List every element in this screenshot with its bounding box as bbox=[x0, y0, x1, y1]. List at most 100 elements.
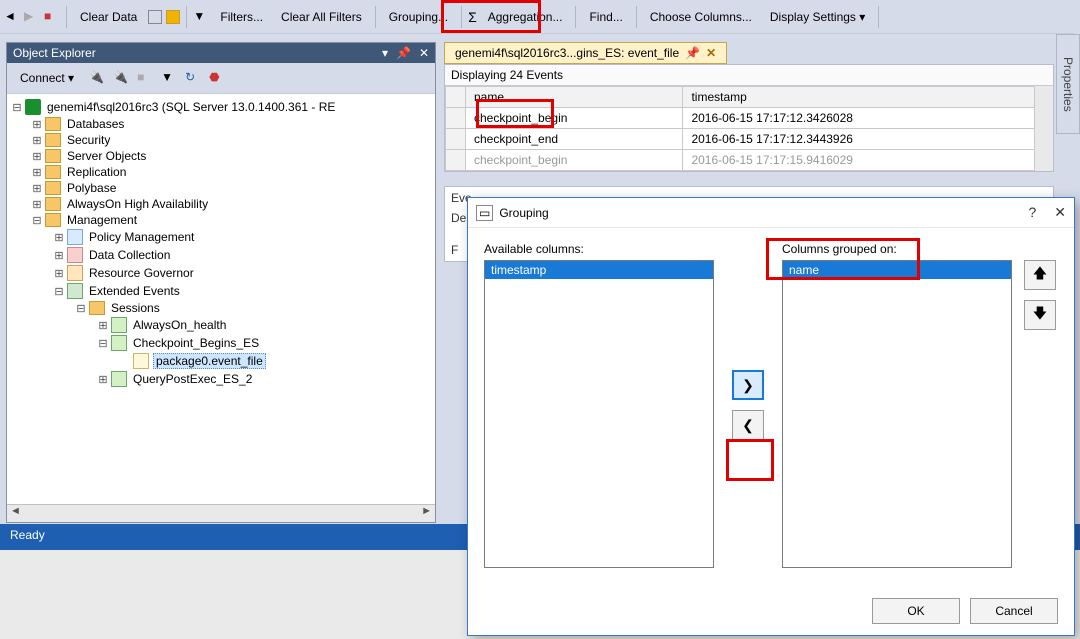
expand-icon[interactable]: ⊞ bbox=[31, 198, 43, 211]
stop-icon[interactable]: ■ bbox=[44, 9, 60, 25]
expand-icon[interactable]: ⊞ bbox=[53, 231, 65, 244]
cancel-button[interactable]: Cancel bbox=[970, 598, 1058, 624]
grouping-button[interactable]: Grouping... bbox=[382, 6, 455, 28]
clear-all-filters-button[interactable]: Clear All Filters bbox=[274, 6, 369, 28]
tree-node[interactable]: QueryPostExec_ES_2 bbox=[131, 372, 254, 386]
properties-tab[interactable]: Properties bbox=[1056, 34, 1080, 134]
table-row[interactable]: checkpoint_end2016-06-15 17:17:12.344392… bbox=[446, 129, 1035, 150]
tree-node[interactable]: Checkpoint_Begins_ES bbox=[131, 336, 261, 350]
col-timestamp[interactable]: timestamp bbox=[683, 87, 1035, 108]
tree-node[interactable]: Server Objects bbox=[65, 149, 148, 163]
session-icon bbox=[111, 371, 127, 387]
tree-node[interactable]: Replication bbox=[65, 165, 128, 179]
help-icon[interactable]: ? bbox=[1028, 204, 1036, 221]
tree-node[interactable]: Resource Governor bbox=[87, 266, 196, 280]
expand-icon[interactable]: ⊞ bbox=[53, 267, 65, 280]
cell: checkpoint_end bbox=[466, 129, 683, 150]
close-icon[interactable]: ✕ bbox=[419, 46, 429, 60]
expand-icon[interactable]: ⊞ bbox=[97, 319, 109, 332]
expand-icon[interactable]: ⊞ bbox=[97, 373, 109, 386]
pin-icon[interactable]: 📌 bbox=[396, 46, 411, 60]
available-listbox[interactable]: timestamp bbox=[484, 260, 714, 568]
folder-icon bbox=[45, 181, 61, 195]
cell: checkpoint_begin bbox=[466, 150, 683, 171]
expand-icon[interactable]: ⊞ bbox=[53, 249, 65, 262]
move-right-button[interactable]: ❯ bbox=[732, 370, 764, 400]
table-row[interactable]: checkpoint_begin2016-06-15 17:17:15.9416… bbox=[446, 150, 1035, 171]
nav-back-icon[interactable]: ◄ bbox=[4, 9, 20, 25]
dialog-titlebar[interactable]: ▭ Grouping ? ✕ bbox=[468, 198, 1074, 228]
tree-node[interactable]: Extended Events bbox=[87, 284, 182, 298]
find-button[interactable]: Find... bbox=[582, 6, 629, 28]
tree-root[interactable]: genemi4f\sql2016rc3 (SQL Server 13.0.140… bbox=[45, 100, 337, 114]
col-name[interactable]: name bbox=[466, 87, 683, 108]
expand-icon[interactable]: ⊞ bbox=[31, 166, 43, 179]
object-explorer-title: Object Explorer bbox=[13, 46, 96, 60]
tree-node-selected[interactable]: package0.event_file bbox=[153, 353, 266, 369]
folder-icon bbox=[45, 165, 61, 179]
cell: 2016-06-15 17:17:15.9416029 bbox=[683, 150, 1035, 171]
nav-fwd-icon[interactable]: ▶ bbox=[24, 9, 40, 25]
cell: 2016-06-15 17:17:12.3443926 bbox=[683, 129, 1035, 150]
collapse-icon[interactable]: ⊟ bbox=[11, 101, 23, 114]
filters-button[interactable]: Filters... bbox=[213, 6, 270, 28]
document-tab[interactable]: genemi4f\sql2016rc3...gins_ES: event_fil… bbox=[444, 42, 727, 64]
list-item[interactable]: name bbox=[783, 261, 1011, 279]
collapse-icon[interactable]: ⊟ bbox=[53, 285, 65, 298]
choose-columns-button[interactable]: Choose Columns... bbox=[643, 6, 759, 28]
grid-icon-active[interactable] bbox=[166, 10, 180, 24]
refresh-icon[interactable]: ↻ bbox=[185, 70, 201, 86]
horizontal-scrollbar[interactable] bbox=[7, 504, 435, 522]
aggregation-button[interactable]: Aggregation... bbox=[481, 6, 570, 28]
expand-icon[interactable]: ⊞ bbox=[31, 150, 43, 163]
move-buttons: ❯ ❮ bbox=[724, 242, 772, 568]
disconnect-icon[interactable]: 🔌 bbox=[113, 70, 129, 86]
tree-node[interactable]: AlwaysOn_health bbox=[131, 318, 228, 332]
collapse-icon[interactable]: ⊟ bbox=[31, 214, 43, 227]
tree-node[interactable]: Sessions bbox=[109, 301, 162, 315]
list-item[interactable]: timestamp bbox=[485, 261, 713, 279]
move-up-button[interactable]: 🡅 bbox=[1024, 260, 1056, 290]
expand-icon[interactable]: ⊞ bbox=[31, 118, 43, 131]
tree-node[interactable]: Databases bbox=[65, 117, 126, 131]
close-tab-icon[interactable]: ✕ bbox=[706, 46, 716, 60]
connect-icon[interactable]: 🔌 bbox=[89, 70, 105, 86]
tree-node[interactable]: Polybase bbox=[65, 181, 118, 195]
events-table[interactable]: name timestamp checkpoint_begin2016-06-1… bbox=[445, 86, 1035, 171]
collapse-icon[interactable]: ⊟ bbox=[75, 302, 87, 315]
xevents-icon bbox=[67, 283, 83, 299]
object-explorer-toolbar: Connect ▾ 🔌 🔌 ■ ▼ ↻ ⬣ bbox=[7, 63, 435, 94]
object-tree[interactable]: ⊟ genemi4f\sql2016rc3 (SQL Server 13.0.14… bbox=[7, 94, 435, 504]
dialog-icon: ▭ bbox=[476, 205, 493, 221]
panel-controls[interactable]: ▾ 📌 ✕ bbox=[382, 46, 429, 60]
stop-red-icon[interactable]: ⬣ bbox=[209, 70, 225, 86]
clear-data-button[interactable]: Clear Data bbox=[73, 6, 144, 28]
resgov-icon bbox=[67, 265, 83, 281]
grouped-listbox[interactable]: name bbox=[782, 260, 1012, 568]
table-row[interactable]: checkpoint_begin2016-06-15 17:17:12.3426… bbox=[446, 108, 1035, 129]
ok-button[interactable]: OK bbox=[872, 598, 960, 624]
tree-node[interactable]: AlwaysOn High Availability bbox=[65, 197, 210, 211]
collapse-icon[interactable]: ⊟ bbox=[97, 337, 109, 350]
available-label: Available columns: bbox=[484, 242, 714, 256]
tree-node[interactable]: Policy Management bbox=[87, 230, 196, 244]
move-left-button[interactable]: ❮ bbox=[732, 410, 764, 440]
grouping-dialog: ▭ Grouping ? ✕ Available columns: timest… bbox=[467, 197, 1075, 636]
tree-node[interactable]: Management bbox=[65, 213, 139, 227]
display-settings-button[interactable]: Display Settings ▾ bbox=[763, 6, 872, 28]
filter-icon[interactable]: ▼ bbox=[161, 70, 177, 86]
dropdown-icon[interactable]: ▾ bbox=[382, 46, 388, 60]
grid-icon[interactable] bbox=[148, 10, 162, 24]
vertical-scrollbar[interactable] bbox=[1035, 86, 1053, 171]
connect-button[interactable]: Connect ▾ bbox=[13, 67, 81, 89]
pin-icon[interactable]: 📌 bbox=[685, 46, 700, 60]
tree-node[interactable]: Data Collection bbox=[87, 248, 172, 262]
move-down-button[interactable]: 🡇 bbox=[1024, 300, 1056, 330]
document-tabs: genemi4f\sql2016rc3...gins_ES: event_fil… bbox=[444, 42, 1054, 64]
tree-node[interactable]: Security bbox=[65, 133, 112, 147]
expand-icon[interactable]: ⊞ bbox=[31, 134, 43, 147]
dialog-title: Grouping bbox=[499, 206, 548, 220]
close-icon[interactable]: ✕ bbox=[1054, 204, 1066, 221]
stop2-icon[interactable]: ■ bbox=[137, 70, 153, 86]
expand-icon[interactable]: ⊞ bbox=[31, 182, 43, 195]
